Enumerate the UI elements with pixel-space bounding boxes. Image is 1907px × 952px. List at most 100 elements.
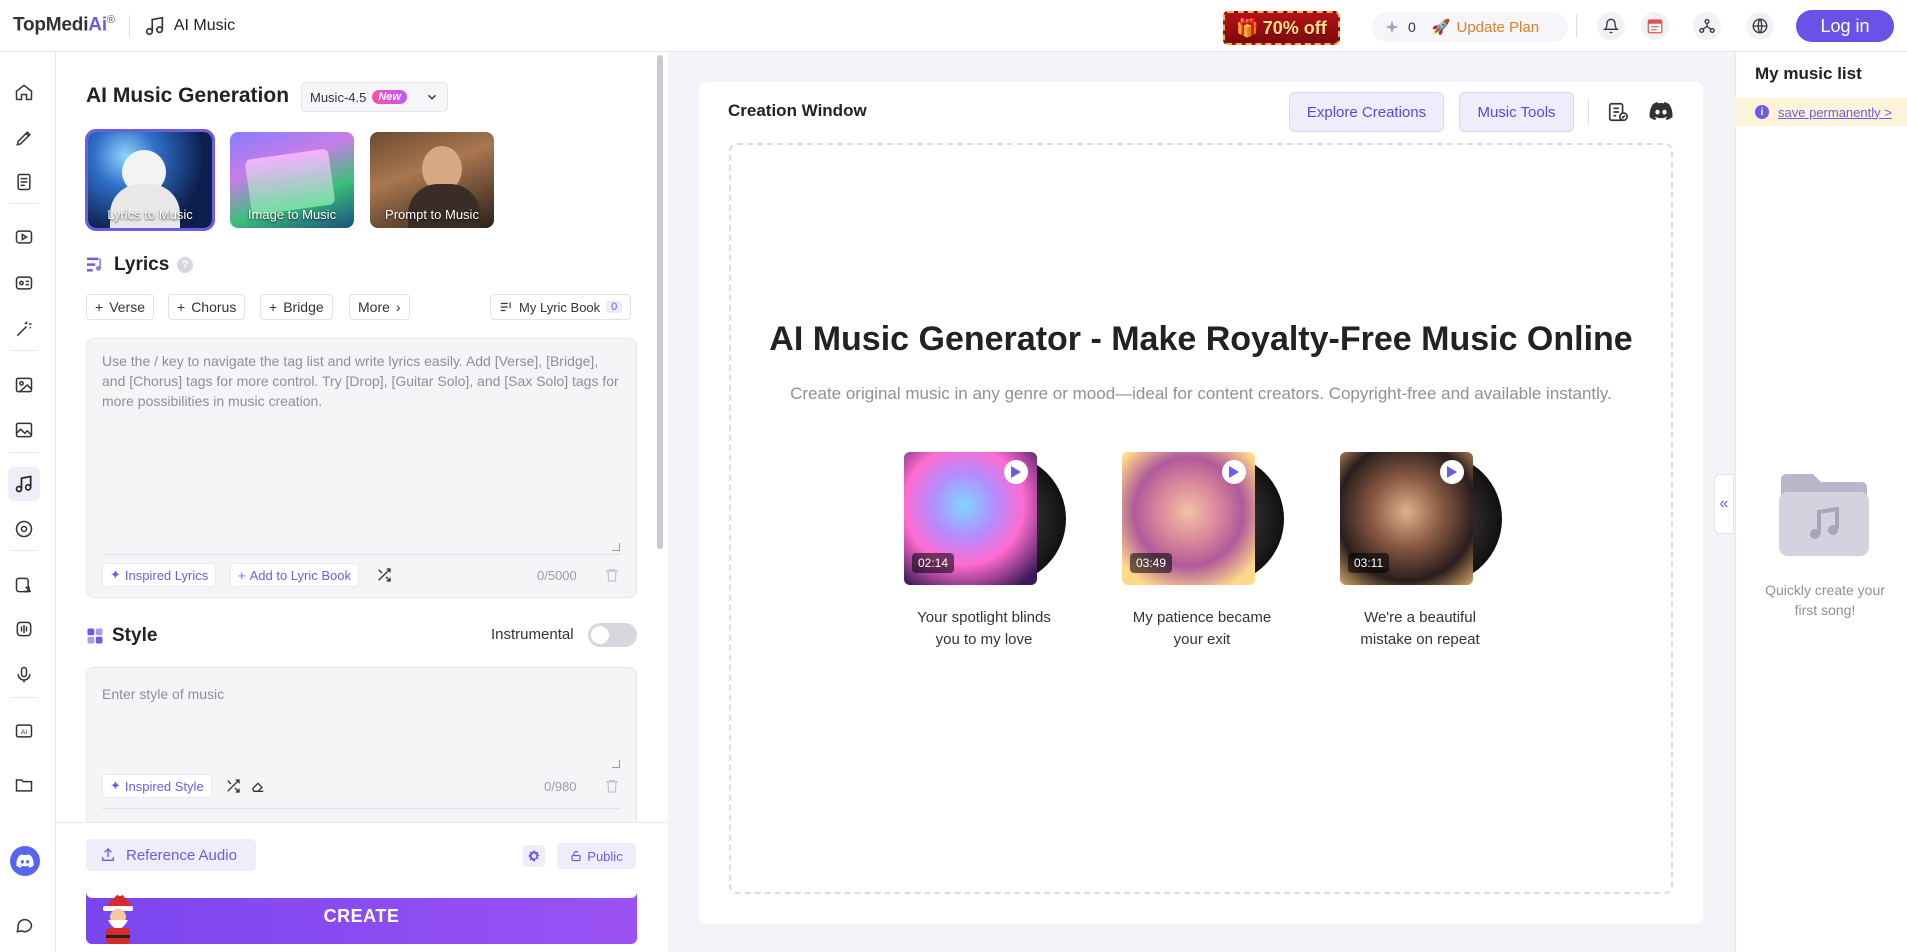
resize-handle[interactable]	[612, 543, 620, 551]
audio-convert-icon[interactable]	[13, 618, 35, 640]
verse-chip[interactable]: + Verse	[86, 294, 154, 320]
document-icon[interactable]	[13, 171, 35, 193]
play-icon[interactable]	[1004, 460, 1028, 484]
plus-icon: +	[177, 299, 186, 315]
eraser-icon[interactable]	[249, 778, 267, 794]
lyrics-input[interactable]: Use the / key to navigate the tag list a…	[86, 338, 637, 598]
home-icon[interactable]	[13, 81, 35, 103]
song-duration: 03:11	[1348, 553, 1390, 573]
shuffle-icon[interactable]	[376, 567, 392, 583]
video-edit-icon[interactable]	[13, 272, 35, 294]
empty-state-line: first song!	[1794, 602, 1856, 618]
trash-icon[interactable]	[604, 778, 620, 794]
trash-icon[interactable]	[604, 567, 620, 583]
lyrics-placeholder: Use the / key to navigate the tag list a…	[102, 353, 619, 409]
resize-handle[interactable]	[612, 760, 620, 768]
help-icon[interactable]: ?	[177, 257, 194, 273]
creation-window-title: Creation Window	[728, 101, 867, 120]
image-icon[interactable]	[13, 374, 35, 396]
chorus-chip[interactable]: + Chorus	[168, 294, 246, 320]
discord-icon[interactable]	[1649, 101, 1673, 121]
microphone-icon[interactable]	[13, 664, 35, 686]
music-icon[interactable]	[13, 473, 35, 495]
shuffle-icon[interactable]	[225, 778, 241, 794]
song-title: We're a beautiful mistake on repeat	[1320, 607, 1520, 651]
model-select[interactable]: Music-4.5 New	[301, 82, 448, 112]
video-icon[interactable]	[13, 226, 35, 248]
song-duration: 02:14	[912, 553, 955, 573]
chevrons-left-icon: «	[1719, 495, 1729, 512]
mode-prompt-to-music[interactable]: Prompt to Music	[370, 132, 494, 228]
mode-label: Image to Music	[247, 207, 337, 222]
logo-text: TopMedi	[13, 14, 89, 36]
divider	[1576, 14, 1577, 38]
reference-audio-button[interactable]: Reference Audio	[86, 839, 256, 871]
update-plan-button[interactable]: 🚀 Update Plan	[1431, 18, 1539, 37]
empty-state-line: Quickly create your	[1765, 582, 1885, 598]
divider	[10, 350, 38, 351]
gift-icon: 🎁	[1236, 17, 1259, 38]
app-name-label: AI Music	[173, 16, 236, 34]
song-title-line: Your spotlight blinds	[917, 609, 1051, 626]
empty-folder-icon	[1779, 474, 1869, 556]
bell-icon[interactable]	[1597, 12, 1625, 40]
sample-song-card[interactable]: 03:49 My patience became your exit	[1122, 452, 1284, 652]
chat-icon[interactable]	[13, 914, 35, 936]
music-tools-button[interactable]: Music Tools	[1459, 92, 1574, 132]
instrumental-toggle[interactable]	[588, 623, 637, 647]
calendar-gift-icon[interactable]	[1641, 12, 1669, 40]
more-chip[interactable]: More ›	[349, 294, 410, 320]
empty-state-text: Quickly create your first song!	[1745, 580, 1905, 620]
task-list-icon[interactable]	[1607, 101, 1629, 123]
magic-wand-icon[interactable]	[13, 318, 35, 340]
style-title: Style	[112, 625, 158, 646]
vinyl-icon[interactable]	[13, 518, 35, 540]
rocket-icon: 🚀	[1431, 19, 1451, 36]
divider	[10, 452, 38, 453]
create-button[interactable]: CREATE	[86, 888, 637, 944]
globe-icon[interactable]	[1746, 12, 1774, 40]
add-book-label: Add to Lyric Book	[249, 567, 351, 583]
voice-clone-icon[interactable]	[13, 574, 35, 596]
explore-creations-button[interactable]: Explore Creations	[1289, 92, 1444, 132]
sparkle-icon	[1385, 20, 1399, 34]
mode-lyrics-to-music[interactable]: Lyrics to Music	[85, 129, 215, 231]
inspired-style-button[interactable]: ✦ Inspired Style	[102, 774, 212, 798]
style-input[interactable]: Enter style of music ✦ Inspired Style 0/9…	[86, 667, 637, 827]
sparkle-icon: ✦	[110, 778, 121, 793]
mode-image-to-music[interactable]: Image to Music	[230, 132, 354, 228]
visibility-public-button[interactable]: Public	[557, 843, 636, 869]
credits-count: 0	[1408, 19, 1416, 35]
public-label: Public	[587, 848, 623, 864]
inspired-lyrics-label: Inspired Lyrics	[124, 567, 209, 583]
network-icon[interactable]	[1693, 12, 1721, 40]
pen-icon[interactable]	[13, 127, 35, 149]
promo-banner[interactable]: 🎁 70% off	[1223, 11, 1340, 45]
add-to-lyric-book-button[interactable]: + Add to Lyric Book	[230, 563, 359, 587]
logo-ai: Ai	[88, 14, 107, 36]
my-lyric-book-button[interactable]: My Lyric Book 0	[490, 294, 632, 320]
save-permanently-link[interactable]: save permanently >	[1778, 105, 1892, 120]
sample-song-card[interactable]: 03:11 We're a beautiful mistake on repeat	[1340, 452, 1502, 652]
settings-button[interactable]	[523, 845, 545, 867]
play-icon[interactable]	[1440, 460, 1464, 484]
panel-title: AI Music Generation	[86, 84, 290, 107]
collapse-panel-button[interactable]: «	[1714, 474, 1734, 534]
logo-reg: ®	[106, 14, 115, 27]
image-edit-icon[interactable]	[13, 419, 35, 441]
folder-icon[interactable]	[13, 774, 35, 796]
bridge-chip[interactable]: + Bridge	[260, 294, 333, 320]
divider	[10, 697, 38, 698]
ai-tools-icon[interactable]: AI	[13, 720, 35, 742]
panel-scrollbar[interactable]	[657, 55, 663, 549]
song-title-line: you to my love	[935, 631, 1033, 648]
sample-song-card[interactable]: 02:14 Your spotlight blinds you to my lov…	[904, 452, 1066, 652]
inspired-lyrics-button[interactable]: ✦ Inspired Lyrics	[102, 563, 217, 587]
login-button[interactable]: Log in	[1796, 10, 1894, 42]
discord-icon[interactable]	[10, 846, 40, 876]
play-icon[interactable]	[1222, 460, 1246, 484]
logo[interactable]: TopMediAi®	[13, 14, 115, 36]
style-grid-icon	[87, 628, 103, 644]
chevron-right-icon: ›	[395, 299, 401, 315]
credits-pill[interactable]: 0 🚀 Update Plan	[1372, 12, 1568, 42]
